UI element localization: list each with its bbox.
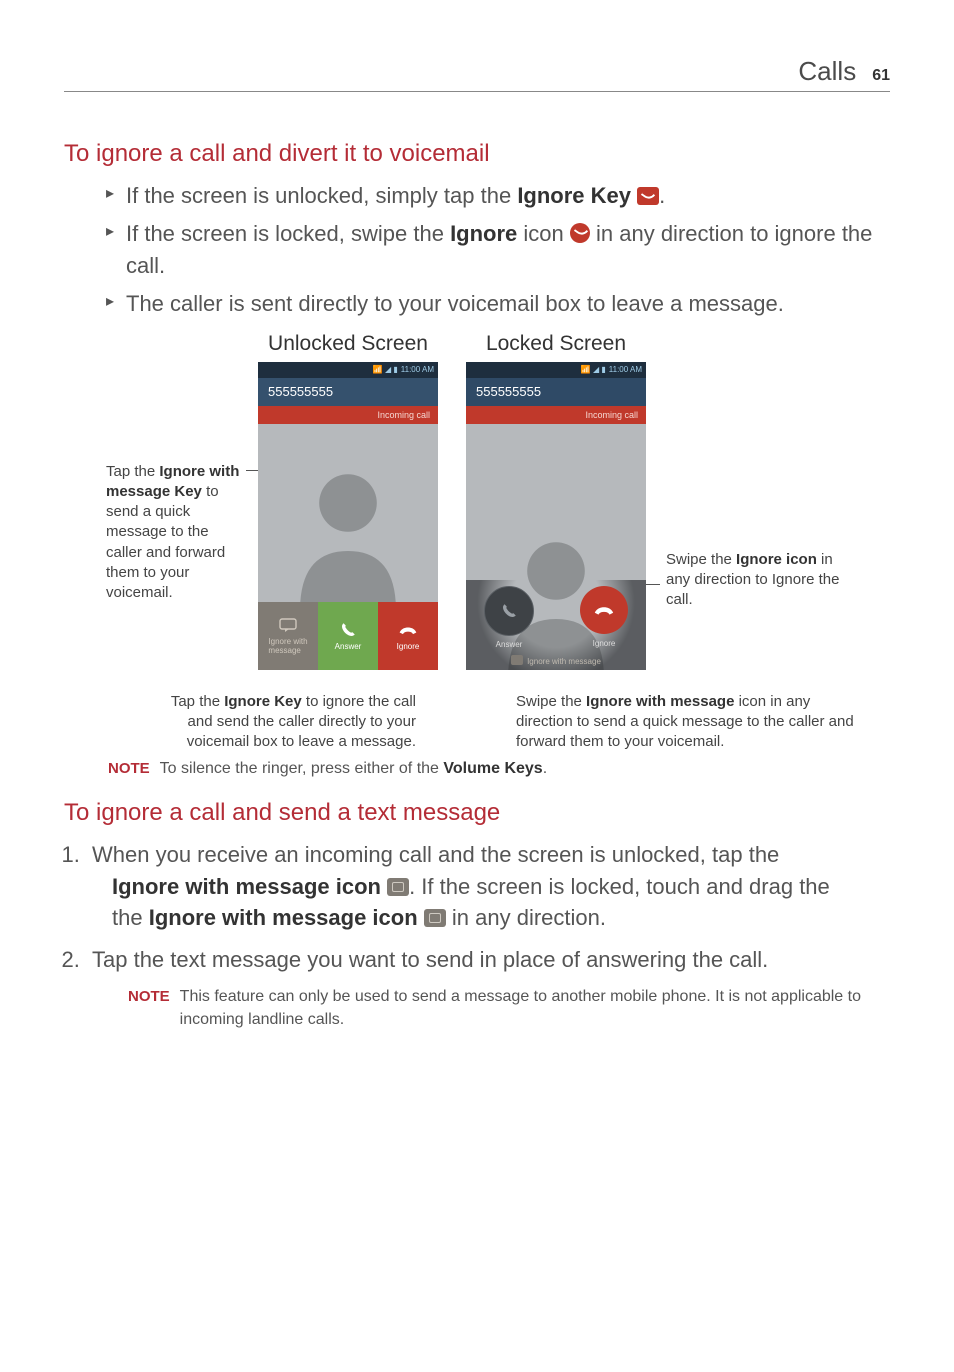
- section-heading-text-message: To ignore a call and send a text message: [64, 799, 890, 827]
- header-page-number: 61: [872, 67, 890, 85]
- ignore-with-message-button[interactable]: Ignore withmessage: [258, 602, 318, 670]
- note-label: NOTE: [128, 986, 170, 1031]
- answer-circle[interactable]: Answer: [484, 586, 534, 636]
- bold-text: Ignore: [450, 221, 517, 246]
- page-header: Calls 61: [64, 56, 890, 92]
- figure-row: Tap the Ignore with message Key to send …: [64, 332, 890, 670]
- message-icon: [278, 616, 298, 634]
- annotation-ignore-with-message-key: Tap the Ignore with message Key to send …: [106, 462, 244, 604]
- text: icon: [517, 221, 570, 246]
- figure-title-unlocked: Unlocked Screen: [268, 332, 428, 356]
- instruction-list: If the screen is unlocked, simply tap th…: [64, 180, 890, 320]
- caller-number: 555555555: [258, 378, 438, 406]
- hangup-icon: [398, 621, 418, 639]
- caller-number: 555555555: [466, 378, 646, 406]
- figure-title-locked: Locked Screen: [486, 332, 626, 356]
- caller-avatar: [258, 424, 438, 602]
- status-time: 11:00 AM: [609, 365, 642, 374]
- ignore-key-icon: [637, 187, 659, 205]
- header-section: Calls: [798, 56, 856, 87]
- ignore-label: Ignore: [580, 639, 628, 648]
- status-bar: 📶 ◢ ▮ 11:00 AM: [466, 362, 646, 378]
- ignore-button[interactable]: Ignore: [378, 602, 438, 670]
- text: .: [659, 183, 665, 208]
- status-time: 11:00 AM: [401, 365, 434, 374]
- note-silence-ringer: NOTE To silence the ringer, press either…: [108, 758, 890, 780]
- status-bar: 📶 ◢ ▮ 11:00 AM: [258, 362, 438, 378]
- ignore-with-message-icon: [387, 878, 409, 896]
- ignore-circle[interactable]: Ignore: [580, 586, 628, 634]
- annotation-swipe-ignore-icon: Swipe the Ignore icon in any direction t…: [666, 550, 848, 670]
- note-label: NOTE: [108, 758, 150, 780]
- instruction-item: If the screen is locked, swipe the Ignor…: [64, 218, 890, 282]
- phone-screenshot-unlocked: 📶 ◢ ▮ 11:00 AM 555555555 Incoming call I…: [258, 362, 438, 670]
- instruction-item: The caller is sent directly to your voic…: [64, 288, 890, 320]
- phone-screenshot-locked: 📶 ◢ ▮ 11:00 AM 555555555 Incoming call A…: [466, 362, 646, 670]
- message-icon: [511, 655, 523, 665]
- incoming-call-label: Incoming call: [466, 406, 646, 424]
- answer-label: Answer: [485, 640, 533, 649]
- text: If the screen is unlocked, simply tap th…: [126, 183, 517, 208]
- annotation-tap-ignore-key: Tap the Ignore Key to ignore the call an…: [150, 692, 428, 753]
- incoming-call-label: Incoming call: [258, 406, 438, 424]
- annotation-swipe-ignore-with-message: Swipe the Ignore with message icon in an…: [456, 692, 858, 753]
- ignore-with-message-swipe[interactable]: Ignore with message: [466, 655, 646, 666]
- text: If the screen is locked, swipe the: [126, 221, 450, 246]
- step-item: Tap the text message you want to send in…: [86, 944, 890, 976]
- text: The caller is sent directly to your voic…: [126, 291, 784, 316]
- ignore-circle-icon: [570, 223, 590, 243]
- ignore-with-message-icon: [424, 909, 446, 927]
- status-icons: 📶 ◢ ▮: [581, 365, 606, 374]
- instruction-item: If the screen is unlocked, simply tap th…: [64, 180, 890, 212]
- status-icons: 📶 ◢ ▮: [373, 365, 398, 374]
- note-mobile-only: NOTE This feature can only be used to se…: [128, 986, 890, 1031]
- bold-text: Ignore Key: [517, 183, 631, 208]
- phone-icon: [338, 621, 358, 639]
- numbered-steps: When you receive an incoming call and th…: [64, 839, 890, 977]
- answer-button[interactable]: Answer: [318, 602, 378, 670]
- step-item: When you receive an incoming call and th…: [86, 839, 890, 935]
- section-heading-divert: To ignore a call and divert it to voicem…: [64, 140, 890, 168]
